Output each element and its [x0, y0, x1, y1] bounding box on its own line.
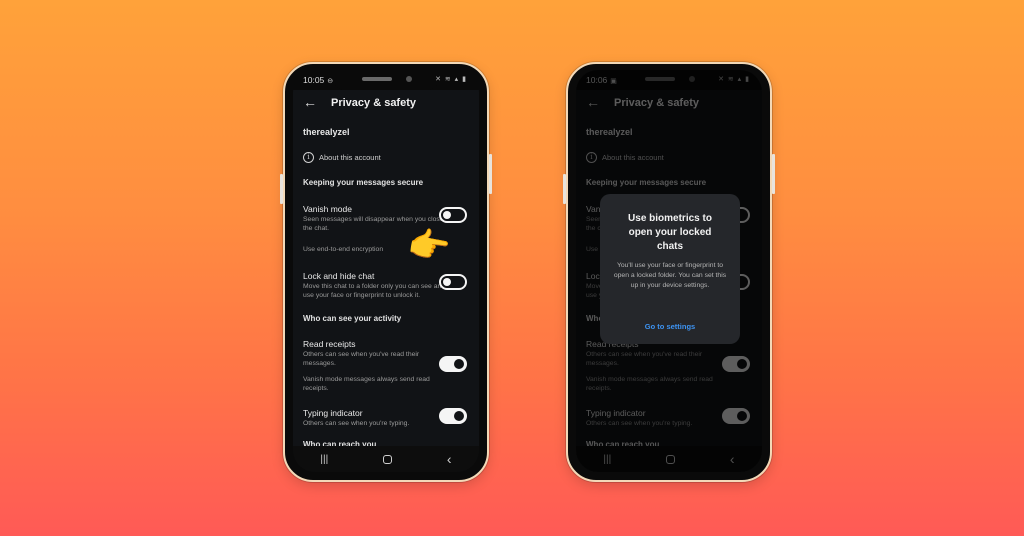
dialog-body: You'll use your face or fingerprint to o… [613, 262, 727, 289]
read-receipts-note: Vanish mode messages always send read re… [303, 376, 430, 392]
pointing-hand-icon: 👉 [405, 223, 454, 269]
lock-hide-chat-title: Lock and hide chat [303, 271, 375, 281]
power-button [772, 154, 775, 194]
vanish-mode-toggle[interactable] [439, 207, 467, 223]
lock-hide-chat-subtitle: Move this chat to a folder only you can … [303, 283, 446, 299]
speaker [362, 77, 392, 81]
read-receipts-toggle[interactable] [439, 356, 467, 372]
info-icon: i [303, 152, 314, 163]
lock-hide-chat-toggle[interactable] [439, 274, 467, 290]
username: therealyzel [303, 127, 350, 137]
biometrics-dialog: Use biometrics to open your locked chats… [600, 194, 740, 344]
about-label: About this account [319, 153, 381, 162]
screen: 10:06▣ ✕ ≋ ▴ ▮ ← Privacy & safety therea… [576, 70, 762, 472]
recents-button[interactable]: ||| [320, 454, 328, 465]
section-activity: Who can see your activity [303, 314, 402, 323]
volume-button [280, 174, 283, 204]
status-time: 10:05 ⊖ [303, 75, 333, 85]
dialog-title: Use biometrics to open your locked chats [628, 213, 712, 252]
camera-icon [406, 76, 412, 82]
home-button[interactable] [383, 454, 393, 464]
header: ← Privacy & safety [293, 92, 479, 116]
page-title: Privacy & safety [331, 97, 416, 109]
typing-indicator-subtitle: Others can see when you're typing. [303, 420, 410, 427]
back-arrow-icon[interactable]: ← [303, 94, 317, 110]
status-bar: 10:05 ⊖ ✕ ≋ ▴ ▮ [293, 70, 479, 90]
power-button [489, 154, 492, 194]
about-account-link[interactable]: i About this account [303, 152, 381, 163]
nav-bar: ||| ‹ [293, 446, 479, 472]
phone-left: 10:05 ⊖ ✕ ≋ ▴ ▮ ← Privacy & safety therea… [280, 62, 492, 482]
typing-indicator-toggle[interactable] [439, 408, 467, 424]
back-button[interactable]: ‹ [447, 451, 452, 467]
read-receipts-subtitle: Others can see when you've read their me… [303, 351, 420, 367]
phone-right: 10:06▣ ✕ ≋ ▴ ▮ ← Privacy & safety therea… [563, 62, 775, 482]
section-secure: Keeping your messages secure [303, 178, 424, 187]
notch [333, 70, 439, 90]
vanish-mode-title: Vanish mode [303, 204, 352, 214]
screen: 10:05 ⊖ ✕ ≋ ▴ ▮ ← Privacy & safety therea… [293, 70, 479, 472]
typing-indicator-title: Typing indicator [303, 408, 363, 418]
status-icons: ✕ ≋ ▴ ▮ [435, 76, 467, 83]
clock: 10:05 [303, 75, 325, 85]
volume-button [563, 174, 566, 204]
go-to-settings-button[interactable]: Go to settings [600, 322, 740, 331]
read-receipts-title: Read receipts [303, 339, 356, 349]
